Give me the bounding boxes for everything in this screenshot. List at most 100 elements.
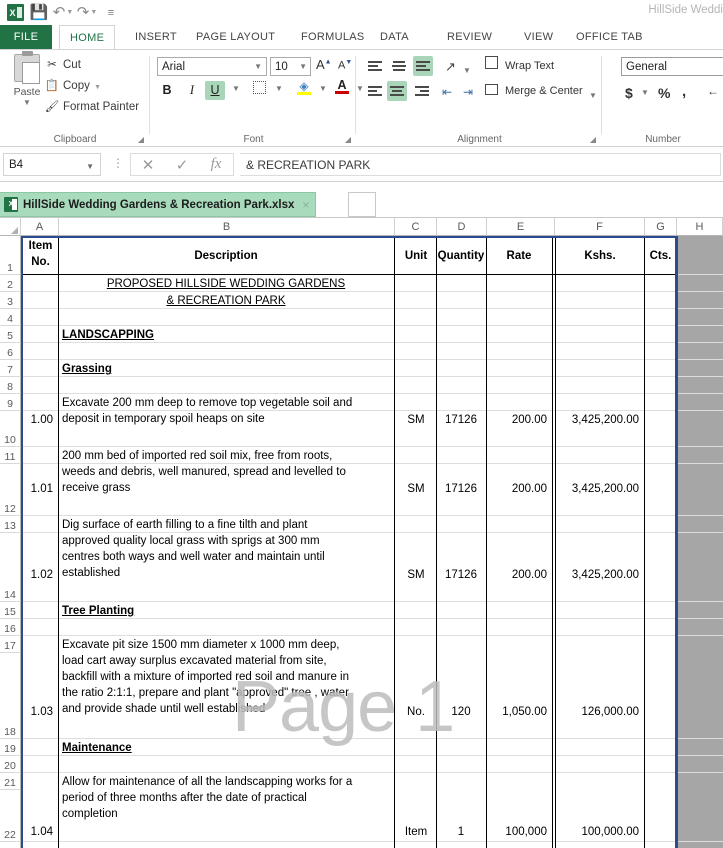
row-header-23[interactable]: 23: [0, 842, 21, 848]
increase-decimal-button[interactable]: ←: [707, 84, 719, 98]
tab-data[interactable]: DATA: [370, 25, 419, 49]
cell-b1[interactable]: Description: [59, 248, 393, 264]
merge-center-button[interactable]: Merge & Center: [505, 85, 583, 97]
row-header-21[interactable]: 21: [0, 773, 21, 790]
align-center-button[interactable]: [387, 81, 407, 101]
quick-access-toolbar[interactable]: X 💾 ↶ ▼ ↷ ▼ ≡: [4, 2, 122, 23]
chevron-down-icon[interactable]: ▼: [254, 59, 262, 75]
row-header-20[interactable]: 20: [0, 756, 21, 773]
cell-b16[interactable]: Tree Planting: [59, 603, 393, 619]
row-header-15[interactable]: 15: [0, 602, 21, 619]
cell-d10[interactable]: 17126: [437, 412, 485, 428]
align-top-button[interactable]: [365, 58, 385, 76]
row-header-8[interactable]: 8: [0, 377, 21, 394]
cell-a22[interactable]: 1.04: [23, 824, 56, 840]
paste-button[interactable]: Paste ▼: [6, 51, 48, 107]
orientation-chevron-down-icon[interactable]: ▼: [463, 60, 472, 78]
row-header-4[interactable]: 4: [0, 309, 21, 326]
spreadsheet-grid[interactable]: A B C D E F G H 1 2 3 4 5 6 7 8 9 10 11 …: [0, 218, 723, 848]
cell-e22[interactable]: 100,000: [487, 824, 550, 840]
undo-icon[interactable]: ↶ ▼: [52, 2, 74, 23]
row-header-19[interactable]: 19: [0, 739, 21, 756]
name-box[interactable]: B4 ▼: [3, 153, 101, 176]
chevron-down-icon[interactable]: ▼: [94, 84, 101, 91]
cell-b8[interactable]: Grassing: [59, 361, 393, 377]
workbook-tab[interactable]: X HillSide Wedding Gardens & Recreation …: [0, 192, 317, 217]
clipboard-dialog-launcher-icon[interactable]: ◢: [138, 135, 144, 144]
cell-b10[interactable]: Excavate 200 mm deep to remove top veget…: [59, 395, 393, 427]
cell-c18[interactable]: No.: [397, 704, 435, 720]
cell-c1[interactable]: Unit: [397, 248, 435, 264]
cell-b4[interactable]: & RECREATION PARK: [59, 293, 393, 309]
cell-c12[interactable]: SM: [397, 481, 435, 497]
cell-e10[interactable]: 200.00: [487, 412, 550, 428]
ribbon-tab-strip[interactable]: FILE HOME INSERT PAGE LAYOUT FORMULAS DA…: [0, 25, 723, 50]
cell-b14[interactable]: Dig surface of earth filling to a fine t…: [59, 517, 393, 581]
cell-area[interactable]: Item No. Description Unit Quantity Rate …: [21, 236, 723, 848]
row-header-3[interactable]: 3: [0, 292, 21, 309]
chevron-down-icon[interactable]: ▼: [86, 158, 94, 175]
align-right-button[interactable]: [412, 83, 432, 101]
column-header-a[interactable]: A: [21, 218, 59, 236]
row-header-10[interactable]: 10: [0, 411, 21, 447]
row-header-6[interactable]: 6: [0, 343, 21, 360]
column-header-h[interactable]: H: [677, 218, 723, 236]
tab-review[interactable]: REVIEW: [437, 25, 502, 49]
cell-f18[interactable]: 126,000.00: [557, 704, 642, 720]
row-header-17[interactable]: 17: [0, 636, 21, 653]
cell-e18[interactable]: 1,050.00: [487, 704, 550, 720]
chevron-down-icon[interactable]: ▼: [6, 98, 48, 107]
row-header-1[interactable]: 1: [0, 236, 21, 275]
cell-d12[interactable]: 17126: [437, 481, 485, 497]
cell-e1[interactable]: Rate: [487, 248, 551, 264]
tab-office-tab[interactable]: OFFICE TAB: [566, 25, 653, 49]
cell-c10[interactable]: SM: [397, 412, 435, 428]
tab-page-layout[interactable]: PAGE LAYOUT: [186, 25, 285, 49]
bold-button[interactable]: B: [157, 83, 177, 97]
row-header-16[interactable]: 16: [0, 619, 21, 636]
cell-b6[interactable]: LANDSCAPPING: [59, 327, 393, 343]
cell-b18[interactable]: Excavate pit size 1500 mm diameter x 100…: [59, 637, 393, 717]
cell-a12[interactable]: 1.01: [23, 481, 56, 497]
cell-d18[interactable]: 120: [437, 704, 485, 720]
cell-a1[interactable]: Item No.: [23, 238, 58, 274]
save-icon[interactable]: 💾: [28, 2, 50, 23]
row-header-7[interactable]: 7: [0, 360, 21, 377]
alignment-dialog-launcher-icon[interactable]: ◢: [590, 135, 596, 144]
cell-a14[interactable]: 1.02: [23, 567, 56, 583]
cell-f1[interactable]: Kshs.: [557, 248, 643, 264]
cell-b12[interactable]: 200 mm bed of imported red soil mix, fre…: [59, 448, 393, 496]
row-header-11[interactable]: 11: [0, 447, 21, 464]
font-size-input[interactable]: 10 ▼: [270, 57, 311, 76]
copy-button[interactable]: 📋 Copy ▼: [44, 78, 101, 92]
increase-indent-button[interactable]: ⇥: [463, 83, 483, 101]
orientation-button[interactable]: ↗: [445, 58, 465, 76]
cell-c14[interactable]: SM: [397, 567, 435, 583]
cell-b3[interactable]: PROPOSED HILLSIDE WEDDING GARDENS: [59, 276, 393, 292]
chevron-down-icon[interactable]: ▼: [299, 59, 307, 75]
row-header-13[interactable]: 13: [0, 516, 21, 533]
percent-button[interactable]: %: [658, 85, 670, 101]
insert-function-icon[interactable]: fx: [199, 156, 233, 173]
align-middle-button[interactable]: [389, 58, 409, 76]
cell-b22[interactable]: Allow for maintenance of all the landsca…: [59, 774, 393, 822]
fill-color-chevron-down-icon[interactable]: ▼: [313, 84, 333, 93]
customize-qat-icon[interactable]: ≡: [100, 2, 122, 23]
number-format-input[interactable]: General: [621, 57, 723, 76]
increase-font-size-button[interactable]: A▲: [316, 57, 332, 72]
row-header-5[interactable]: 5: [0, 326, 21, 343]
cell-d22[interactable]: 1: [437, 824, 485, 840]
cell-f14[interactable]: 3,425,200.00: [557, 567, 642, 583]
cell-a10[interactable]: 1.00: [23, 412, 56, 428]
column-header-c[interactable]: C: [395, 218, 437, 236]
tab-home[interactable]: HOME: [59, 25, 116, 50]
row-header-9[interactable]: 9: [0, 394, 21, 411]
formula-input[interactable]: & RECREATION PARK: [240, 153, 721, 176]
borders-chevron-down-icon[interactable]: ▼: [269, 84, 289, 93]
cell-f12[interactable]: 3,425,200.00: [557, 481, 642, 497]
row-header-column[interactable]: 1 2 3 4 5 6 7 8 9 10 11 12 13 14 15 16 1…: [0, 236, 21, 848]
cell-f10[interactable]: 3,425,200.00: [557, 412, 642, 428]
fill-color-button[interactable]: ◈: [294, 79, 314, 95]
align-left-button[interactable]: [365, 83, 385, 101]
row-header-14[interactable]: 14: [0, 533, 21, 602]
